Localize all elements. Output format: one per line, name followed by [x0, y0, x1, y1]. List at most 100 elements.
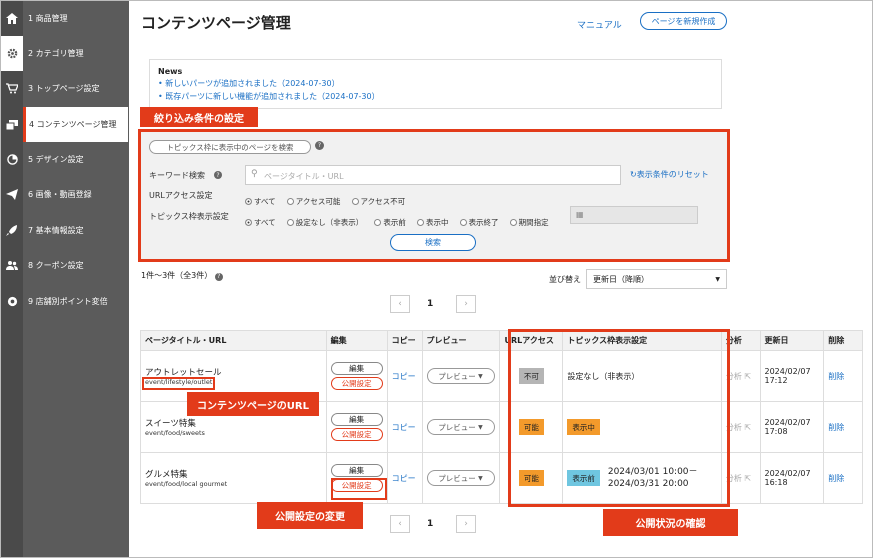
- preview-dropdown[interactable]: プレビュー ▼: [426, 419, 495, 435]
- radio-label: 表示終了: [468, 218, 499, 227]
- radio-access-allowed[interactable]: アクセス可能: [286, 196, 340, 207]
- sidebar-item-label: クーポン設定: [35, 261, 84, 270]
- sidebar-item-content-pages[interactable]: 4 コンテンツページ管理: [23, 107, 128, 142]
- updated-date: 2024/02/07: [764, 418, 811, 427]
- sidebar-item-media[interactable]: 6 画像・動画登録: [23, 177, 129, 212]
- sidebar-item-number: 8: [28, 261, 34, 270]
- news-item-text[interactable]: 既存パーツに新しい機能が追加されました（2024-07-30）: [165, 92, 379, 101]
- sidebar-item-categories[interactable]: 2 カテゴリ管理: [23, 36, 129, 71]
- updated-date: 2024/02/07: [764, 367, 811, 376]
- radio-circle: [245, 219, 252, 226]
- sidebar-item-number: 9: [28, 297, 34, 306]
- sort-label: 並び替え: [549, 275, 581, 284]
- delete-link[interactable]: 削除: [828, 372, 844, 381]
- radio-label: アクセス不可: [360, 197, 406, 206]
- edit-button[interactable]: 編集: [330, 362, 383, 375]
- sidebar-item-points[interactable]: 9 店舗別ポイント変倍: [23, 284, 129, 319]
- preview-cell: プレビュー ▼: [421, 452, 501, 504]
- col-header: プレビュー: [421, 330, 501, 351]
- topics-search-button[interactable]: トピックス枠に表示中のページを検索: [149, 140, 311, 154]
- next-page-button[interactable]: ›: [456, 515, 476, 533]
- users-icon[interactable]: [1, 248, 23, 283]
- radio-circle: [416, 219, 424, 226]
- next-page-button[interactable]: ›: [456, 295, 476, 313]
- new-page-button[interactable]: ページを新規作成: [640, 12, 727, 30]
- publish-settings-button[interactable]: 公開設定: [330, 377, 383, 390]
- sidebar-item-toppage[interactable]: 3 トップページ設定: [23, 71, 129, 106]
- help-icon[interactable]: ?: [214, 171, 222, 179]
- delete-cell: 削除: [823, 350, 863, 402]
- news-item[interactable]: • 新しいパーツが追加されました（2024-07-30）: [158, 78, 713, 89]
- page-title-text: グルメ特集: [145, 470, 188, 480]
- copy-link[interactable]: コピー: [392, 372, 416, 381]
- updated-time: 16:18: [764, 478, 788, 487]
- radio-circle: [509, 219, 517, 226]
- reset-link[interactable]: ↻表示条件のリセット: [630, 169, 709, 180]
- pages-icon[interactable]: [1, 107, 23, 142]
- radio-topics-ended[interactable]: 表示終了: [459, 217, 499, 228]
- sidebar-item-number: 5: [28, 155, 34, 164]
- sidebar-item-basic-info[interactable]: 7 基本情報設定: [23, 213, 129, 248]
- radio-topics-all[interactable]: すべて: [245, 217, 276, 228]
- radio-topics-period[interactable]: 期間指定: [509, 217, 549, 228]
- col-header: ページタイトル・URL: [140, 330, 327, 351]
- sidebar-item-products[interactable]: 1 商品管理: [23, 1, 129, 36]
- radio-label: 設定なし（非表示）: [295, 218, 364, 227]
- radio-topics-showing[interactable]: 表示中: [416, 217, 448, 228]
- preview-cell: プレビュー ▼: [421, 350, 501, 402]
- preview-dropdown[interactable]: プレビュー ▼: [426, 470, 495, 486]
- publish-settings-button[interactable]: 公開設定: [330, 428, 383, 441]
- col-header: 編集: [325, 330, 388, 351]
- content-table: ページタイトル・URL 編集 コピー プレビュー URLアクセス トピックス枠表…: [140, 330, 863, 504]
- preview-dropdown[interactable]: プレビュー ▼: [426, 368, 495, 384]
- edit-button[interactable]: 編集: [330, 464, 383, 477]
- preview-label: プレビュー: [438, 473, 476, 483]
- pie-icon[interactable]: [1, 142, 23, 177]
- news-item-text[interactable]: 新しいパーツが追加されました（2024-07-30）: [165, 79, 339, 88]
- reset-link-label: 表示条件のリセット: [636, 170, 709, 179]
- search-icon: ⚲: [251, 169, 258, 179]
- topics-label: トピックス枠表示設定: [149, 212, 229, 221]
- callout-filter: 絞り込み条件の設定: [140, 107, 258, 127]
- updated-time: 17:12: [764, 376, 788, 385]
- prev-page-button[interactable]: ‹: [390, 515, 410, 533]
- cart-icon[interactable]: [1, 71, 23, 106]
- chevron-down-icon: ▼: [478, 474, 483, 482]
- current-page: 1: [427, 299, 434, 309]
- gear-icon[interactable]: [1, 36, 23, 71]
- send-icon[interactable]: [1, 177, 23, 212]
- app-window: 1 商品管理 2 カテゴリ管理 3 トップページ設定 4 コンテンツページ管理 …: [0, 0, 873, 558]
- radio-topics-none[interactable]: 設定なし（非表示）: [286, 217, 364, 228]
- sort-select-value: 更新日（降順）: [593, 274, 649, 284]
- delete-link[interactable]: 削除: [828, 474, 844, 483]
- home-icon[interactable]: [1, 1, 23, 36]
- sidebar-item-coupons[interactable]: 8 クーポン設定: [23, 248, 129, 283]
- updated-time: 17:08: [764, 427, 788, 436]
- radio-access-denied[interactable]: アクセス不可: [351, 196, 406, 207]
- radio-topics-before[interactable]: 表示前: [374, 217, 406, 228]
- calendar-icon: ▦: [576, 210, 584, 219]
- copy-link[interactable]: コピー: [392, 474, 416, 483]
- radio-circle: [459, 219, 467, 226]
- help-icon[interactable]: ?: [214, 273, 223, 281]
- page-url: event/food/local gourmet: [145, 480, 228, 488]
- prev-page-button[interactable]: ‹: [390, 295, 410, 313]
- target-icon[interactable]: [1, 284, 23, 319]
- rocket-icon[interactable]: [1, 213, 23, 248]
- period-date-input[interactable]: ▦: [570, 206, 698, 224]
- sort-select[interactable]: 更新日（降順） ▼: [586, 269, 727, 289]
- help-icon[interactable]: ?: [315, 141, 324, 150]
- sidebar-item-design[interactable]: 5 デザイン設定: [23, 142, 129, 177]
- manual-link[interactable]: マニュアル: [577, 18, 622, 31]
- radio-access-all[interactable]: すべて: [245, 196, 276, 207]
- external-link-icon: ⇱: [744, 422, 752, 432]
- sidebar-item-number: 3: [28, 84, 34, 93]
- keyword-input[interactable]: ⚲ ページタイトル・URL: [245, 165, 621, 185]
- search-button[interactable]: 検索: [390, 234, 476, 251]
- copy-link[interactable]: コピー: [392, 423, 416, 432]
- news-item[interactable]: • 既存パーツに新しい機能が追加されました（2024-07-30）: [158, 91, 713, 102]
- delete-link[interactable]: 削除: [828, 423, 844, 432]
- edit-button[interactable]: 編集: [330, 413, 383, 426]
- page-url: event/food/sweets: [145, 429, 205, 437]
- chevron-down-icon: ▼: [715, 275, 720, 283]
